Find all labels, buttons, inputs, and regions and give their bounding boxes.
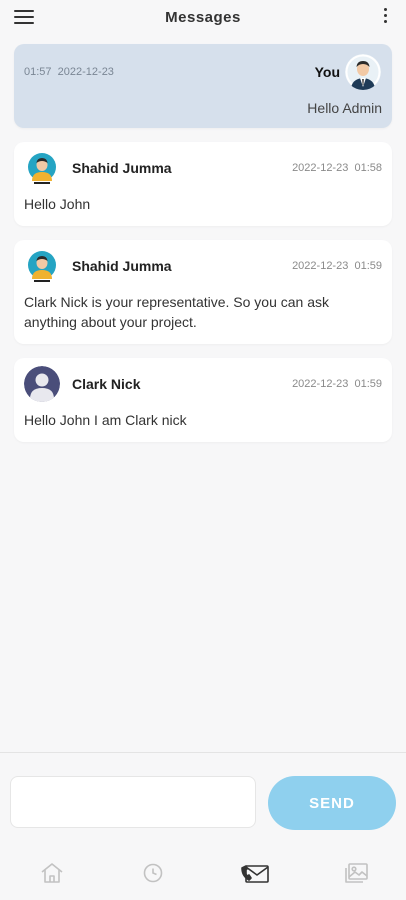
message-card: Shahid Jumma 2022-12-23 01:58 Hello John [14,142,392,226]
message-list: 01:57 2022-12-23 You Hello Admin Shahid … [14,44,392,456]
message-composer: SEND [10,776,396,830]
message-input[interactable] [10,776,256,828]
sender-avatar [24,150,60,186]
message-card: Shahid Jumma 2022-12-23 01:59 Clark Nick… [14,240,392,344]
page-title: Messages [165,8,241,26]
message-time: 01:59 [354,260,382,272]
send-button[interactable]: SEND [268,776,396,830]
message-text: Clark Nick is your representative. So yo… [24,294,330,330]
message-date: 2022-12-23 [292,162,349,174]
message-time: 01:58 [354,162,382,174]
sender-name: You [314,64,340,80]
message-timestamp: 2022-12-23 01:59 [292,378,382,390]
hamburger-icon[interactable] [14,10,34,24]
mail-phone-icon[interactable] [240,858,270,888]
sender-name: Shahid Jumma [72,160,172,176]
message-timestamp: 2022-12-23 01:59 [292,260,382,272]
message-timestamp: 01:57 2022-12-23 [24,66,114,78]
message-text: Hello Admin [307,100,382,116]
more-vertical-icon[interactable] [382,8,388,26]
message-text: Hello John [24,196,91,212]
message-date: 2022-12-23 [292,260,349,272]
sender-avatar [24,248,60,284]
sender-avatar [24,366,60,402]
message-text: Hello John I am Clark nick [24,412,187,428]
top-app-bar: Messages [0,0,406,34]
sender-name: Clark Nick [72,376,141,392]
bottom-navigation [0,850,406,894]
message-time: 01:59 [354,378,382,390]
message-date: 2022-12-23 [292,378,349,390]
message-card: Clark Nick 2022-12-23 01:59 Hello John I… [14,358,392,442]
my-message: 01:57 2022-12-23 You Hello Admin [14,44,392,128]
home-icon[interactable] [37,858,67,888]
gallery-icon[interactable] [341,858,371,888]
clock-icon[interactable] [138,858,168,888]
message-date: 2022-12-23 [57,66,114,78]
user-avatar [345,54,381,90]
message-time: 01:57 [24,66,52,78]
divider [0,752,406,753]
message-timestamp: 2022-12-23 01:58 [292,162,382,174]
sender-name: Shahid Jumma [72,258,172,274]
